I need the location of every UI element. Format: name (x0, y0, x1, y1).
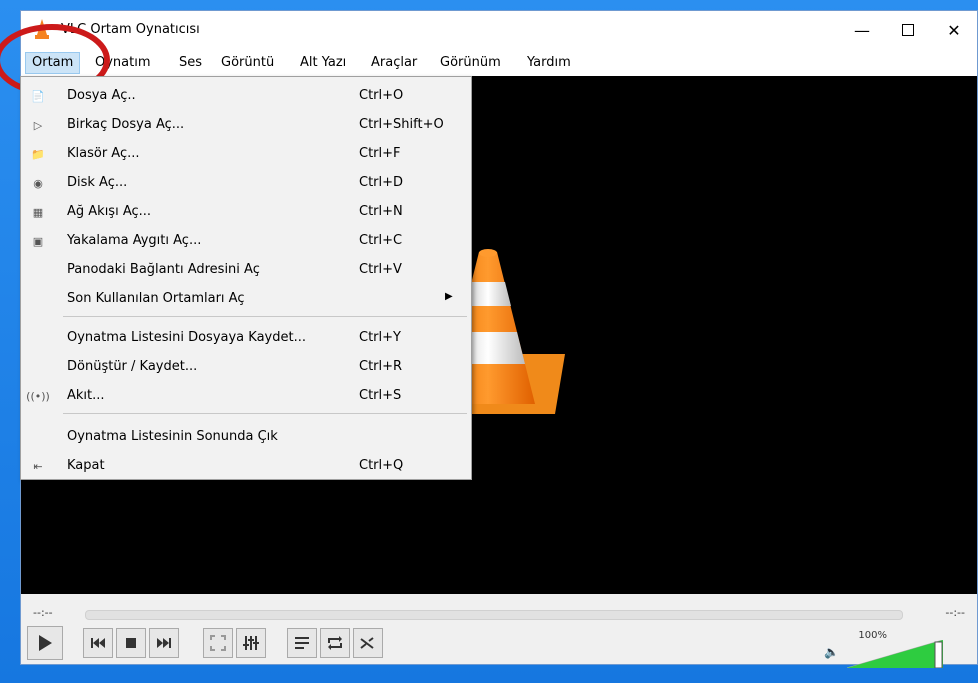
multiple-files-icon: ▷ (33, 118, 43, 132)
fullscreen-icon (210, 635, 226, 651)
menu-open-disc[interactable]: ◉ Disk Aç... Ctrl+D (21, 169, 471, 197)
close-icon: ✕ (947, 20, 961, 40)
stop-button[interactable] (116, 628, 146, 658)
file-icon: 📄 (31, 89, 45, 103)
stream-icon: ((•)) (26, 389, 50, 403)
shuffle-icon (360, 637, 374, 649)
menu-help[interactable]: Yardım (521, 53, 577, 73)
folder-icon: 📁 (31, 147, 45, 161)
control-panel: --:-- --:-- 🔈 100% (21, 594, 977, 668)
loop-button[interactable] (320, 628, 350, 658)
menu-quit-at-end[interactable]: Oynatma Listesinin Sonunda Çık (21, 423, 471, 451)
menu-convert-save[interactable]: Dönüştür / Kaydet... Ctrl+R (21, 353, 471, 381)
playlist-icon (295, 637, 309, 649)
network-icon: ▦ (32, 205, 44, 219)
maximize-button[interactable] (885, 11, 931, 49)
menu-subtitle[interactable]: Alt Yazı (294, 53, 352, 73)
title-bar: VLC Ortam Oynatıcısı — ✕ (21, 11, 977, 49)
exit-icon: ⇤ (33, 459, 43, 473)
menu-open-file[interactable]: 📄 Dosya Aç.. Ctrl+O (21, 82, 471, 110)
menu-video[interactable]: Görüntü (215, 53, 280, 73)
menu-audio[interactable]: Ses (173, 53, 208, 73)
menu-stream[interactable]: ((•)) Akıt... Ctrl+S (21, 382, 471, 410)
extended-settings-button[interactable] (236, 628, 266, 658)
play-icon (39, 635, 52, 651)
menu-separator (63, 413, 467, 414)
menu-open-capture-device[interactable]: ▣ Yakalama Aygıtı Aç... Ctrl+C (21, 227, 471, 255)
volume-slider[interactable] (847, 640, 943, 668)
submenu-arrow-icon: ▶ (445, 291, 453, 302)
close-button[interactable]: ✕ (931, 11, 977, 49)
media-dropdown-menu: 📄 Dosya Aç.. Ctrl+O ▷ Birkaç Dosya Aç...… (20, 76, 472, 480)
loop-icon (328, 636, 342, 650)
disc-icon: ◉ (33, 176, 43, 190)
fullscreen-button[interactable] (203, 628, 233, 658)
minimize-icon: — (854, 20, 870, 40)
shuffle-button[interactable] (353, 628, 383, 658)
capture-device-icon: ▣ (32, 234, 44, 248)
elapsed-time: --:-- (33, 606, 53, 619)
menu-open-folder[interactable]: 📁 Klasör Aç... Ctrl+F (21, 140, 471, 168)
menu-open-multiple-files[interactable]: ▷ Birkaç Dosya Aç... Ctrl+Shift+O (21, 111, 471, 139)
play-button[interactable] (27, 626, 63, 660)
next-icon (157, 638, 171, 648)
menu-save-playlist[interactable]: Oynatma Listesini Dosyaya Kaydet... Ctrl… (21, 324, 471, 352)
maximize-icon (902, 24, 914, 36)
previous-button[interactable] (83, 628, 113, 658)
menu-view[interactable]: Görünüm (434, 53, 507, 73)
equalizer-icon (243, 636, 259, 650)
next-button[interactable] (149, 628, 179, 658)
minimize-button[interactable]: — (839, 11, 885, 49)
playlist-button[interactable] (287, 628, 317, 658)
menu-quit[interactable]: ⇤ Kapat Ctrl+Q (21, 452, 471, 480)
seek-bar[interactable] (85, 610, 903, 620)
menu-tools[interactable]: Araçlar (365, 53, 423, 73)
speaker-icon[interactable]: 🔈 (824, 645, 839, 659)
menu-separator (63, 316, 467, 317)
remaining-time: --:-- (945, 606, 965, 619)
menu-open-clipboard-location[interactable]: Panodaki Bağlantı Adresini Aç Ctrl+V (21, 256, 471, 284)
stop-icon (126, 638, 136, 648)
menu-bar: Ortam Oynatım Ses Görüntü Alt Yazı Araçl… (21, 49, 977, 76)
menu-open-network-stream[interactable]: ▦ Ağ Akışı Aç... Ctrl+N (21, 198, 471, 226)
menu-open-recent-media[interactable]: Son Kullanılan Ortamları Aç ▶ (21, 285, 471, 313)
previous-icon (91, 638, 105, 648)
